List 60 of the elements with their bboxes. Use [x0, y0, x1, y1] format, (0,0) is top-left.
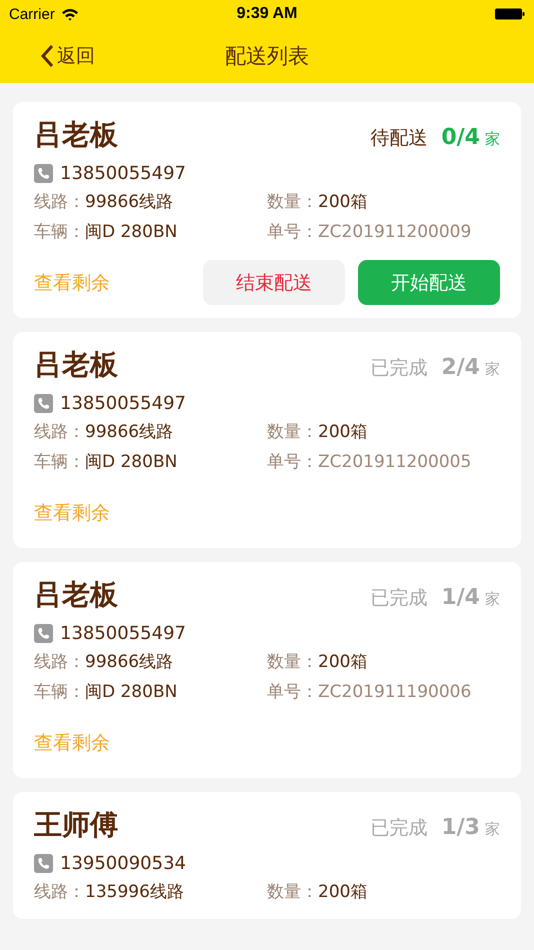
phone-icon	[34, 394, 53, 412]
field-value: 200箱	[318, 651, 368, 673]
field-value: 99866线路	[85, 421, 174, 443]
delivery-status: 已完成	[370, 356, 428, 381]
field-label: 车辆：	[34, 451, 85, 473]
customer-name: 吕老板	[34, 347, 118, 383]
clock-time: 9:39 AM	[236, 5, 298, 23]
field-value: 闽D 280BN	[85, 221, 178, 243]
field-value: 99866线路	[85, 651, 174, 673]
field-label: 车辆：	[34, 681, 85, 703]
field-label: 线路：	[34, 421, 85, 443]
stop-count: 2/4	[441, 355, 480, 380]
stop-count: 0/4	[441, 125, 480, 150]
field-label: 数量：	[267, 421, 318, 443]
page-title: 配送列表	[224, 42, 310, 70]
field-value: ZC201911200009	[318, 222, 472, 242]
field-value: 200箱	[318, 881, 368, 903]
delivery-status: 待配送	[370, 126, 428, 151]
delivery-status: 已完成	[370, 816, 428, 841]
field-value: 135996线路	[85, 881, 184, 903]
phone-number[interactable]: 13950090534	[60, 852, 186, 874]
stop-unit: 家	[485, 130, 500, 149]
delivery-status: 已完成	[370, 586, 428, 611]
phone-icon	[34, 624, 53, 642]
field-value: 99866线路	[85, 191, 174, 213]
stop-count: 1/4	[441, 585, 480, 610]
field-value: 闽D 280BN	[85, 451, 178, 473]
customer-name: 吕老板	[34, 117, 118, 153]
field-label: 单号：	[267, 681, 318, 703]
stop-count: 1/3	[441, 815, 480, 840]
field-value: 200箱	[318, 191, 368, 213]
back-button[interactable]: 返回	[40, 42, 95, 68]
stop-unit: 家	[485, 360, 500, 379]
back-chevron-icon	[40, 44, 54, 68]
stop-unit: 家	[485, 590, 500, 609]
field-label: 线路：	[34, 191, 85, 213]
phone-icon	[34, 854, 53, 872]
field-label: 单号：	[267, 221, 318, 243]
field-label: 单号：	[267, 451, 318, 473]
field-label: 数量：	[267, 881, 318, 903]
field-label: 数量：	[267, 651, 318, 673]
phone-number[interactable]: 13850055497	[60, 162, 186, 184]
phone-number[interactable]: 13850055497	[60, 622, 186, 644]
phone-number[interactable]: 13850055497	[60, 392, 186, 414]
stop-unit: 家	[485, 820, 500, 839]
field-value: ZC201911190006	[318, 682, 472, 702]
field-label: 车辆：	[34, 221, 85, 243]
field-value: 闽D 280BN	[85, 681, 178, 703]
field-label: 线路：	[34, 651, 85, 673]
end-delivery-button[interactable]: 结束配送	[203, 260, 345, 305]
wifi-icon	[60, 8, 79, 20]
customer-name: 王师傅	[34, 807, 118, 843]
carrier-label: Carrier	[9, 6, 55, 22]
battery-icon	[495, 8, 525, 20]
field-value: ZC201911200005	[318, 452, 472, 472]
field-label: 线路：	[34, 881, 85, 903]
customer-name: 吕老板	[34, 577, 118, 613]
phone-icon	[34, 164, 53, 182]
field-label: 数量：	[267, 191, 318, 213]
field-value: 200箱	[318, 421, 368, 443]
